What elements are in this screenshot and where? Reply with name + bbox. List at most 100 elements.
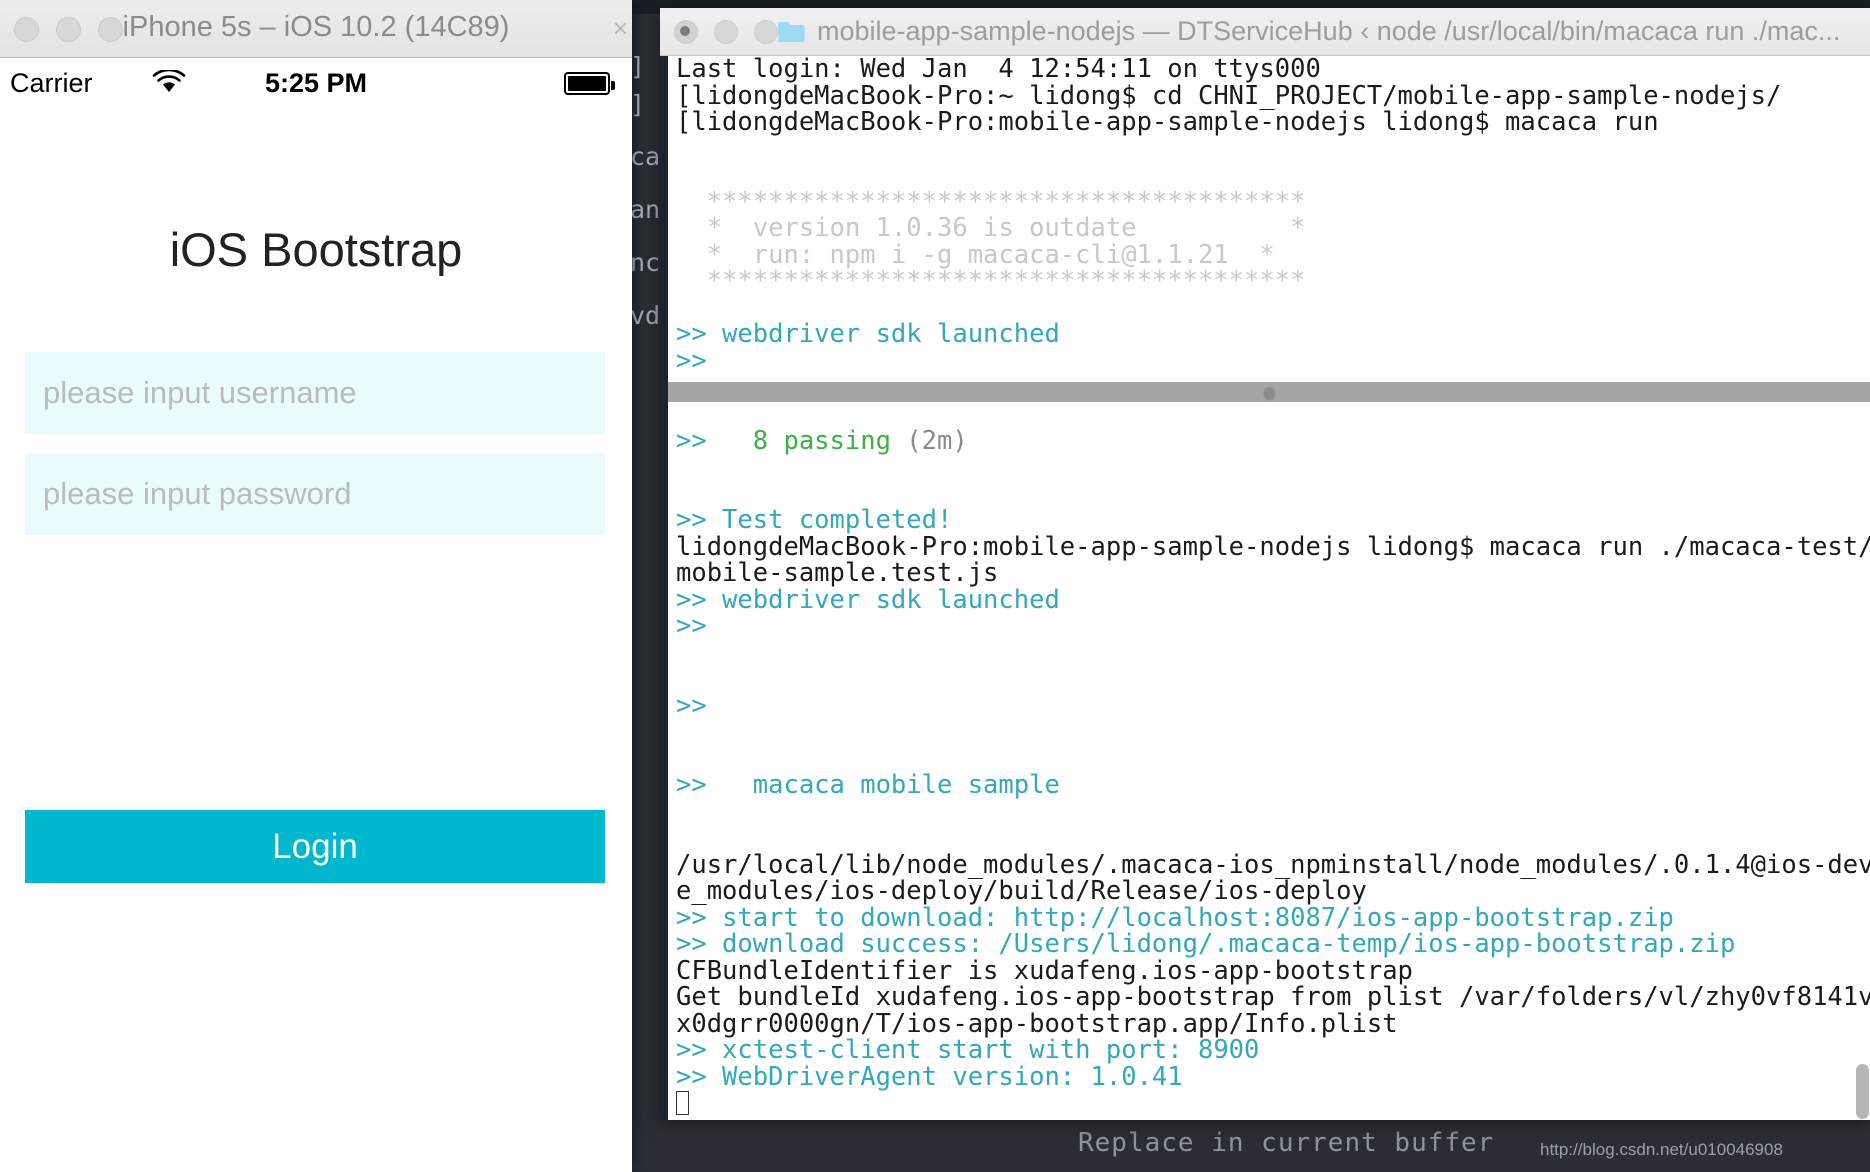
login-button[interactable]: Login — [25, 810, 605, 883]
terminal-line: lidongdeMacBook-Pro:mobile-app-sample-no… — [676, 531, 1870, 562]
watermark-url: http://blog.csdn.net/u010046908 — [1540, 1140, 1783, 1159]
terminal-line: >> — [676, 345, 1870, 376]
background-peek-top-2: ] — [630, 90, 664, 119]
terminal-text: * run: npm i -g macaca-cli@1.1.21 * — [676, 239, 1275, 270]
terminal-line: >> Test completed! — [676, 507, 1870, 534]
terminal-text: >> xctest-client start with port: 8900 — [676, 1035, 1260, 1065]
terminal-text: x0dgrr0000gn/T/ios-app-bootstrap.app/Inf… — [676, 1008, 1398, 1039]
close-icon[interactable]: × — [613, 15, 628, 41]
terminal-line: *************************************** — [676, 268, 1870, 295]
terminal-line: [lidongdeMacBook-Pro:mobile-app-sample-n… — [676, 109, 1870, 136]
terminal-text: *************************************** — [676, 186, 1306, 217]
terminal-line: * version 1.0.36 is outdate * — [676, 215, 1870, 242]
terminal-text: >> webdriver sdk launched — [676, 584, 1060, 615]
terminal-line: mobile-sample.test.js — [676, 560, 1870, 587]
terminal-line: CFBundleIdentifier is xudafeng.ios-app-b… — [676, 955, 1870, 986]
terminal-text: * version 1.0.36 is outdate * — [676, 213, 1306, 243]
terminal-line: >> xctest-client start with port: 8900 — [676, 1037, 1870, 1064]
background-peek-top: ] — [630, 52, 664, 81]
terminal-line: Last login: Wed Jan 4 12:54:11 on ttys00… — [676, 56, 1870, 83]
terminal-line: /usr/local/lib/node_modules/.macaca-ios_… — [676, 849, 1870, 880]
terminal-scrollbar[interactable] — [1856, 1064, 1869, 1119]
terminal-text: >> WebDriverAgent version: 1.0.41 — [676, 1061, 1183, 1092]
peek-fragment: ] — [630, 52, 646, 81]
terminal-line: >> download success: /Users/lidong/.maca… — [676, 931, 1870, 958]
terminal-text: >> — [676, 690, 707, 721]
terminal-window-controls[interactable] — [674, 20, 778, 44]
terminal-window: mobile-app-sample-nodejs — DTServiceHub … — [660, 8, 1870, 1120]
terminal-line: >> WebDriverAgent version: 1.0.41 — [676, 1061, 1870, 1092]
terminal-text: 8 passing — [752, 425, 907, 456]
terminal-split-divider[interactable] — [668, 381, 1870, 403]
terminal-body[interactable]: Last login: Wed Jan 4 12:54:11 on ttys00… — [660, 56, 1870, 1120]
screen-root: ] ] cac anc nc vd Replace in current buf… — [0, 0, 1870, 1172]
terminal-line: Get bundleId xudafeng.ios-app-bootstrap … — [676, 984, 1870, 1011]
terminal-line: x0dgrr0000gn/T/ios-app-bootstrap.app/Inf… — [676, 1008, 1870, 1039]
terminal-line: >> — [676, 690, 1870, 721]
terminal-text: Get bundleId xudafeng.ios-app-bootstrap … — [676, 982, 1870, 1012]
terminal-pane-top[interactable]: Last login: Wed Jan 4 12:54:11 on ttys00… — [668, 56, 1870, 381]
terminal-text: >> macaca mobile sample — [676, 770, 1060, 800]
zoom-button[interactable] — [754, 20, 778, 44]
terminal-line: >> webdriver sdk launched — [676, 321, 1870, 348]
ios-status-bar: Carrier 5:25 PM — [0, 58, 632, 110]
battery-icon — [564, 72, 615, 95]
terminal-text: [lidongdeMacBook-Pro:~ lidong$ cd CHNI_P… — [676, 80, 1782, 111]
terminal-text: >> start to download: http://localhost:8… — [676, 902, 1674, 933]
terminal-text: (2m) — [906, 425, 968, 456]
terminal-line: e_modules/ios-deploy/build/Release/ios-d… — [676, 878, 1870, 905]
peek-fragment: ] — [630, 90, 646, 119]
terminal-cursor-line — [676, 1090, 1870, 1117]
split-handle[interactable] — [1263, 386, 1276, 401]
app-screen: iOS Bootstrap please input username plea… — [0, 110, 632, 1172]
terminal-line: >> 8 passing (2m) — [676, 425, 1870, 456]
terminal-text: *************************************** — [676, 266, 1306, 296]
page-title: iOS Bootstrap — [169, 223, 463, 276]
ios-simulator-window: iPhone 5s – iOS 10.2 (14C89) × Carrier 5… — [0, 0, 632, 1172]
simulator-title: iPhone 5s – iOS 10.2 (14C89) — [122, 11, 510, 43]
terminal-line: >> macaca mobile sample — [676, 772, 1870, 799]
terminal-text: lidongdeMacBook-Pro:mobile-app-sample-no… — [676, 531, 1870, 562]
terminal-line: >> start to download: http://localhost:8… — [676, 902, 1870, 933]
minimize-button[interactable] — [714, 20, 738, 44]
terminal-text: >> — [676, 611, 707, 641]
terminal-cursor — [676, 1091, 689, 1115]
username-input[interactable]: please input username — [25, 352, 605, 434]
terminal-line: *************************************** — [676, 186, 1870, 217]
terminal-text: >> Test completed! — [676, 505, 953, 535]
terminal-text: >> webdriver sdk launched — [676, 319, 1060, 349]
close-button[interactable] — [674, 20, 698, 44]
terminal-title: mobile-app-sample-nodejs — DTServiceHub … — [817, 16, 1841, 46]
terminal-text: mobile-sample.test.js — [676, 558, 999, 588]
terminal-line: >> — [676, 613, 1870, 640]
simulator-titlebar[interactable]: iPhone 5s – iOS 10.2 (14C89) × — [0, 0, 632, 58]
terminal-text: >> download success: /Users/lidong/.maca… — [676, 929, 1736, 959]
terminal-text: e_modules/ios-deploy/build/Release/ios-d… — [676, 876, 1367, 906]
terminal-titlebar[interactable]: mobile-app-sample-nodejs — DTServiceHub … — [660, 8, 1870, 56]
terminal-pane-bottom[interactable]: >> 8 passing (2m) >> Test completed! lidon… — [668, 401, 1870, 1120]
background-status-text: Replace in current buffer — [1078, 1128, 1495, 1158]
terminal-line: >> webdriver sdk launched — [676, 584, 1870, 615]
clock-label: 5:25 PM — [264, 68, 368, 98]
folder-icon — [778, 22, 805, 42]
terminal-text: /usr/local/lib/node_modules/.macaca-ios_… — [676, 849, 1870, 880]
terminal-text: CFBundleIdentifier is xudafeng.ios-app-b… — [676, 955, 1413, 986]
terminal-text: >> — [676, 345, 707, 376]
terminal-text: >> — [676, 425, 753, 456]
terminal-line: [lidongdeMacBook-Pro:~ lidong$ cd CHNI_P… — [676, 80, 1870, 111]
terminal-text: [lidongdeMacBook-Pro:mobile-app-sample-n… — [676, 107, 1659, 137]
terminal-left-gutter — [660, 56, 668, 1120]
password-input[interactable]: please input password — [25, 453, 605, 535]
